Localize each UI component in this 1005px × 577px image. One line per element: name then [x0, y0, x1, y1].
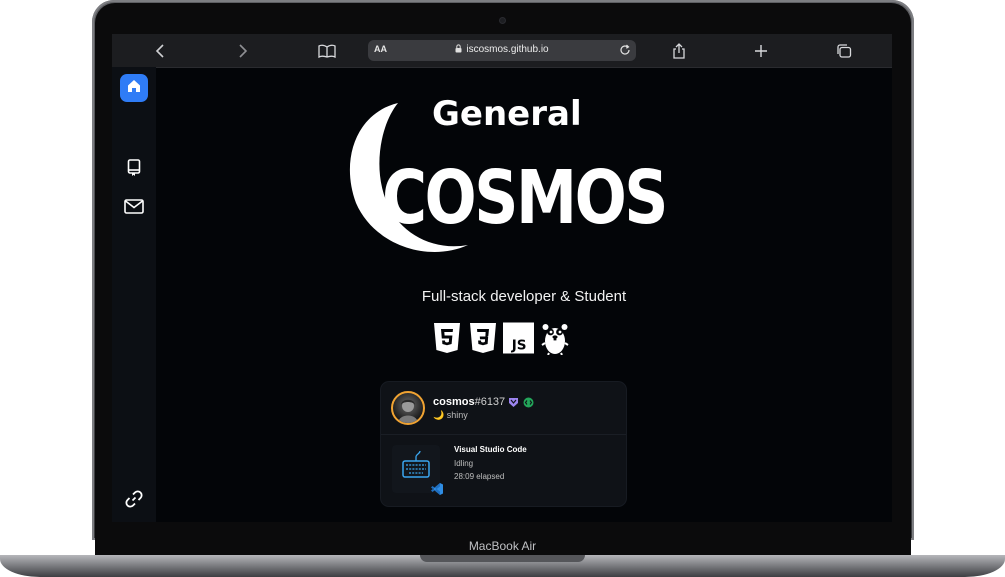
- logo-word-cosmos: COSMOS: [382, 155, 666, 241]
- tech-stack: JS: [431, 321, 591, 357]
- url-text: iscosmos.github.io: [466, 44, 549, 55]
- camera: [500, 18, 505, 23]
- go-gopher-icon: [539, 321, 570, 355]
- username: cosmos: [433, 396, 475, 408]
- model-label: MacBook Air: [468, 539, 537, 553]
- laptop-notch: [420, 555, 585, 562]
- home-icon: [126, 78, 142, 99]
- badges: [508, 395, 534, 408]
- bookmarks-icon[interactable]: [317, 41, 337, 61]
- share-icon[interactable]: [669, 41, 689, 61]
- main-content: General COSMOS Full-stack developer & St…: [156, 67, 892, 522]
- repo-icon: [126, 158, 142, 182]
- activity-elapsed: 28:09 elapsed: [454, 472, 505, 481]
- discord-username: cosmos#6137: [433, 396, 505, 408]
- active-developer-badge-icon: [523, 395, 534, 408]
- vscode-icon: [430, 482, 444, 496]
- reload-icon[interactable]: [619, 43, 631, 61]
- forward-icon[interactable]: [233, 41, 253, 61]
- logo-word-general: General: [432, 94, 582, 134]
- custom-status: 🌙 shiny: [433, 410, 468, 421]
- address-bar[interactable]: AA iscosmos.github.io: [368, 40, 636, 61]
- sidebar-item-mail[interactable]: [120, 195, 148, 223]
- discriminator: #6137: [474, 396, 506, 408]
- cosmos-logo: General COSMOS: [349, 94, 669, 252]
- css3-icon: [467, 321, 498, 355]
- tagline: Full-stack developer & Student: [421, 288, 627, 305]
- html5-icon: [431, 321, 462, 355]
- screen: AA iscosmos.github.io General COSMOS Ful…: [112, 34, 892, 522]
- hypesquad-badge-icon: [508, 395, 519, 407]
- javascript-icon: JS: [503, 321, 534, 355]
- sidebar: [112, 67, 156, 522]
- avatar: [391, 391, 425, 425]
- new-tab-icon[interactable]: [751, 41, 771, 61]
- link-icon: [125, 489, 143, 513]
- tabs-overview-icon[interactable]: [834, 41, 854, 61]
- svg-text:JS: JS: [511, 338, 527, 354]
- activity-title: Visual Studio Code: [454, 445, 527, 454]
- lock-icon: [455, 44, 462, 56]
- activity-state: Idling: [454, 459, 474, 468]
- sidebar-item-repo[interactable]: [120, 156, 148, 184]
- discord-card: cosmos#6137 🌙 shiny Visual Studio Code I…: [380, 381, 627, 507]
- sidebar-item-home[interactable]: [120, 74, 148, 102]
- back-icon[interactable]: [150, 41, 170, 61]
- status-text: shiny: [446, 410, 468, 420]
- sidebar-item-links[interactable]: [120, 487, 148, 515]
- mail-icon: [124, 199, 144, 219]
- moon-emoji: 🌙: [433, 410, 445, 420]
- browser-toolbar: AA iscosmos.github.io: [112, 34, 892, 68]
- divider: [381, 434, 626, 435]
